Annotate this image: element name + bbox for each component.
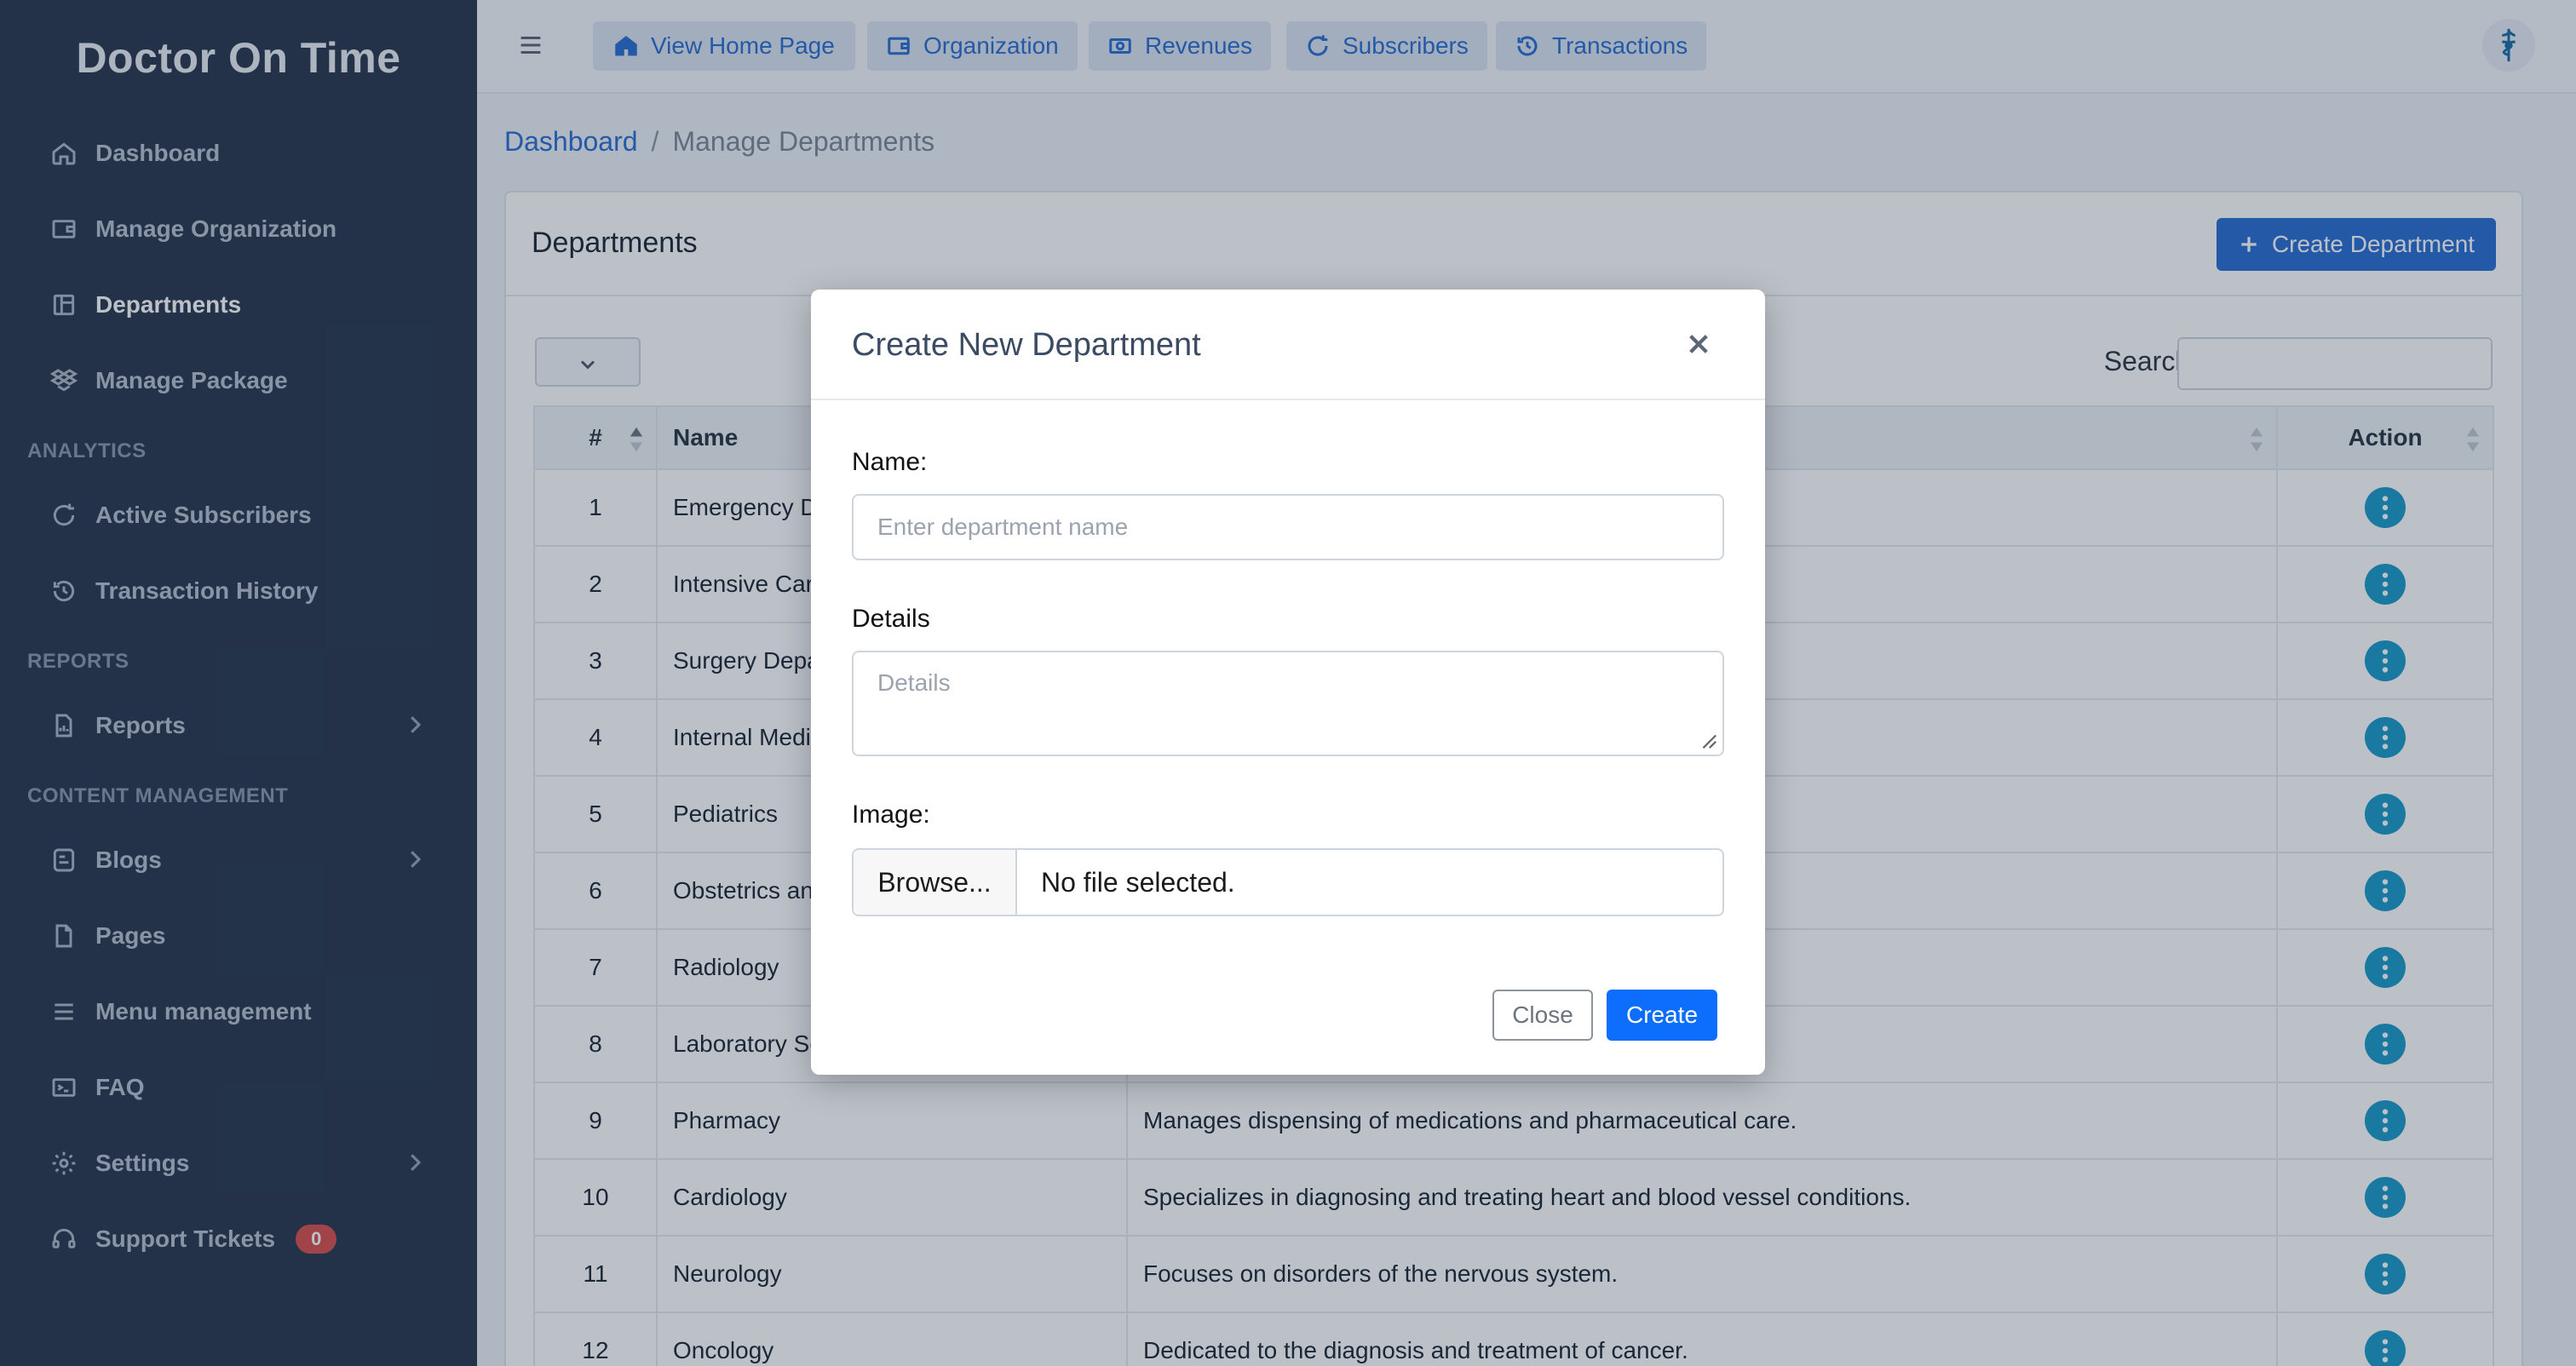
create-department-modal: Create New Department Name: Enter depart… xyxy=(811,290,1765,1075)
department-name-input[interactable]: Enter department name xyxy=(852,494,1724,560)
create-button[interactable]: Create xyxy=(1607,990,1717,1041)
details-label: Details xyxy=(852,605,930,633)
modal-title: Create New Department xyxy=(852,327,1201,363)
name-label: Name: xyxy=(852,448,928,476)
browse-button[interactable]: Browse... xyxy=(854,850,1017,915)
resize-handle-icon[interactable] xyxy=(1699,731,1717,749)
image-file-input[interactable]: Browse... No file selected. xyxy=(852,848,1724,916)
close-button[interactable]: Close xyxy=(1492,990,1593,1041)
close-icon[interactable] xyxy=(1685,330,1716,361)
name-placeholder: Enter department name xyxy=(877,514,1129,540)
modal-header: Create New Department xyxy=(811,290,1765,400)
details-textarea[interactable]: Details xyxy=(852,651,1724,756)
image-label: Image: xyxy=(852,801,930,829)
file-status: No file selected. xyxy=(1041,866,1235,898)
details-placeholder: Details xyxy=(877,669,951,696)
